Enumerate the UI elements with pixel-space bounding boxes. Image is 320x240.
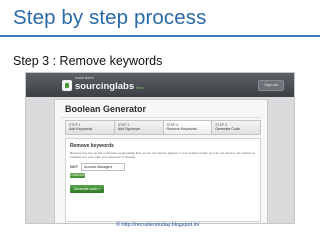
- app-topbar: social talent sourcinglabs beta Sign out: [26, 73, 294, 97]
- app-logo: social talent sourcinglabs beta: [62, 76, 144, 92]
- tab-step-4[interactable]: STEP 4 Generate Code: [212, 121, 260, 134]
- slide-subtitle: Step 3 : Remove keywords: [13, 54, 163, 68]
- boolean-generator-panel: Boolean Generator STEP 1 Add Keywords ST…: [54, 99, 268, 223]
- logo-brand-small: social talent: [75, 76, 94, 80]
- step-label: Add Synonym: [117, 127, 141, 131]
- panel-title: Boolean Generator: [65, 104, 147, 114]
- panel-divider: [61, 117, 261, 118]
- step-tabs: STEP 1 Add Keywords STEP 2 Add Synonym S…: [65, 120, 261, 135]
- title-divider: [0, 35, 320, 37]
- tab-step-1[interactable]: STEP 1 Add Keywords: [66, 121, 115, 134]
- step-label: Add Keywords: [69, 127, 93, 131]
- generate-code-button[interactable]: Generate code »: [70, 185, 104, 193]
- keyword-input[interactable]: Account Managers: [81, 163, 125, 171]
- card-heading: Remove keywords: [70, 143, 114, 149]
- add-more-button[interactable]: + Add more: [70, 173, 85, 178]
- logo-flask-icon: [62, 79, 72, 91]
- app-screenshot: social talent sourcinglabs beta Sign out…: [26, 73, 294, 223]
- slide-title: Step by step process: [13, 6, 207, 29]
- source-credit: © http://recruiterstoday.blogspot.in/: [116, 222, 200, 228]
- sign-out-button[interactable]: Sign out: [258, 80, 284, 91]
- logo-wordmark: sourcinglabs: [75, 81, 135, 92]
- remove-keywords-card: Remove keywords Remove any key words or …: [65, 138, 261, 222]
- not-operator-label: NOT: [70, 165, 79, 169]
- beta-badge: beta: [136, 85, 144, 90]
- card-instructions: Remove any key words or phrases sequenti…: [70, 151, 255, 160]
- step-label: Generate Code: [215, 127, 240, 131]
- tab-step-2[interactable]: STEP 2 Add Synonym: [114, 121, 164, 134]
- tab-step-3[interactable]: STEP 3 Remove Keywords: [163, 121, 213, 134]
- step-label: Remove Keywords: [166, 127, 197, 131]
